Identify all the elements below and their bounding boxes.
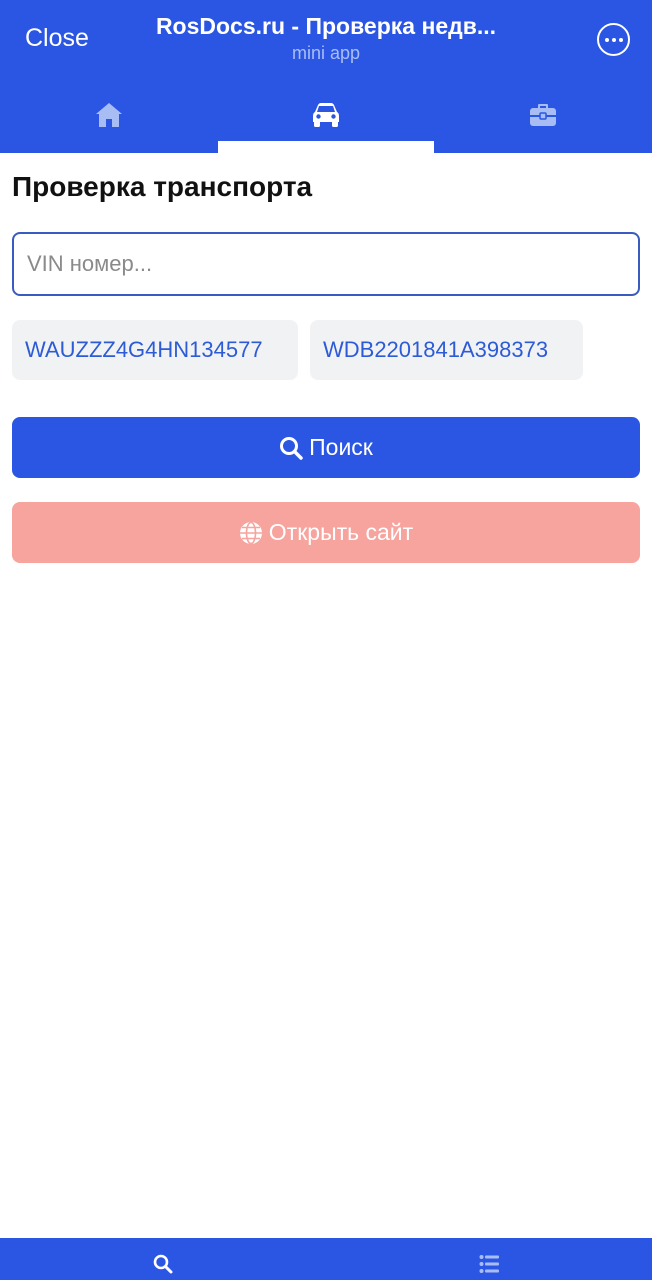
app-header: Close RosDocs.ru - Проверка недв... mini… [0,0,652,153]
search-icon [280,436,303,460]
vehicle-check-section: Проверка транспорта WAUZZZ4G4HN134577 WD… [12,153,640,563]
vin-example-chip[interactable]: WAUZZZ4G4HN134577 [12,320,298,380]
top-tabs [0,88,652,153]
search-icon [153,1254,173,1274]
vin-examples: WAUZZZ4G4HN134577 WDB2201841A398373 [12,320,640,380]
tab-home[interactable] [0,88,217,153]
more-dot [618,37,623,42]
tab-business[interactable] [435,88,652,153]
more-options-button[interactable] [597,23,630,56]
more-dot [611,37,616,42]
bottom-tab-search[interactable] [0,1238,326,1280]
car-icon [312,103,339,127]
briefcase-icon [530,104,557,126]
open-site-button-label: Открыть сайт [268,519,414,545]
page-title: Проверка транспорта [12,171,313,202]
open-site-button[interactable]: Открыть сайт [12,502,640,563]
search-button[interactable]: Поиск [12,417,640,478]
more-dot [604,37,609,42]
vin-example-chip[interactable]: WDB2201841A398373 [310,320,583,380]
bottom-nav [0,1238,652,1280]
close-button[interactable]: Close [25,24,89,52]
search-button-label: Поиск [309,434,373,460]
list-icon [479,1255,499,1273]
tab-vehicle[interactable] [217,88,434,153]
vin-input[interactable] [12,232,640,296]
bottom-tab-list[interactable] [326,1238,652,1280]
title-block: RosDocs.ru - Проверка недв... mini app [120,12,532,64]
globe-icon [239,521,262,544]
mini-app: Close RosDocs.ru - Проверка недв... mini… [0,0,652,1280]
app-subtitle: mini app [291,43,361,63]
home-icon [95,103,122,127]
app-title: RosDocs.ru - Проверка недв... [155,13,497,39]
